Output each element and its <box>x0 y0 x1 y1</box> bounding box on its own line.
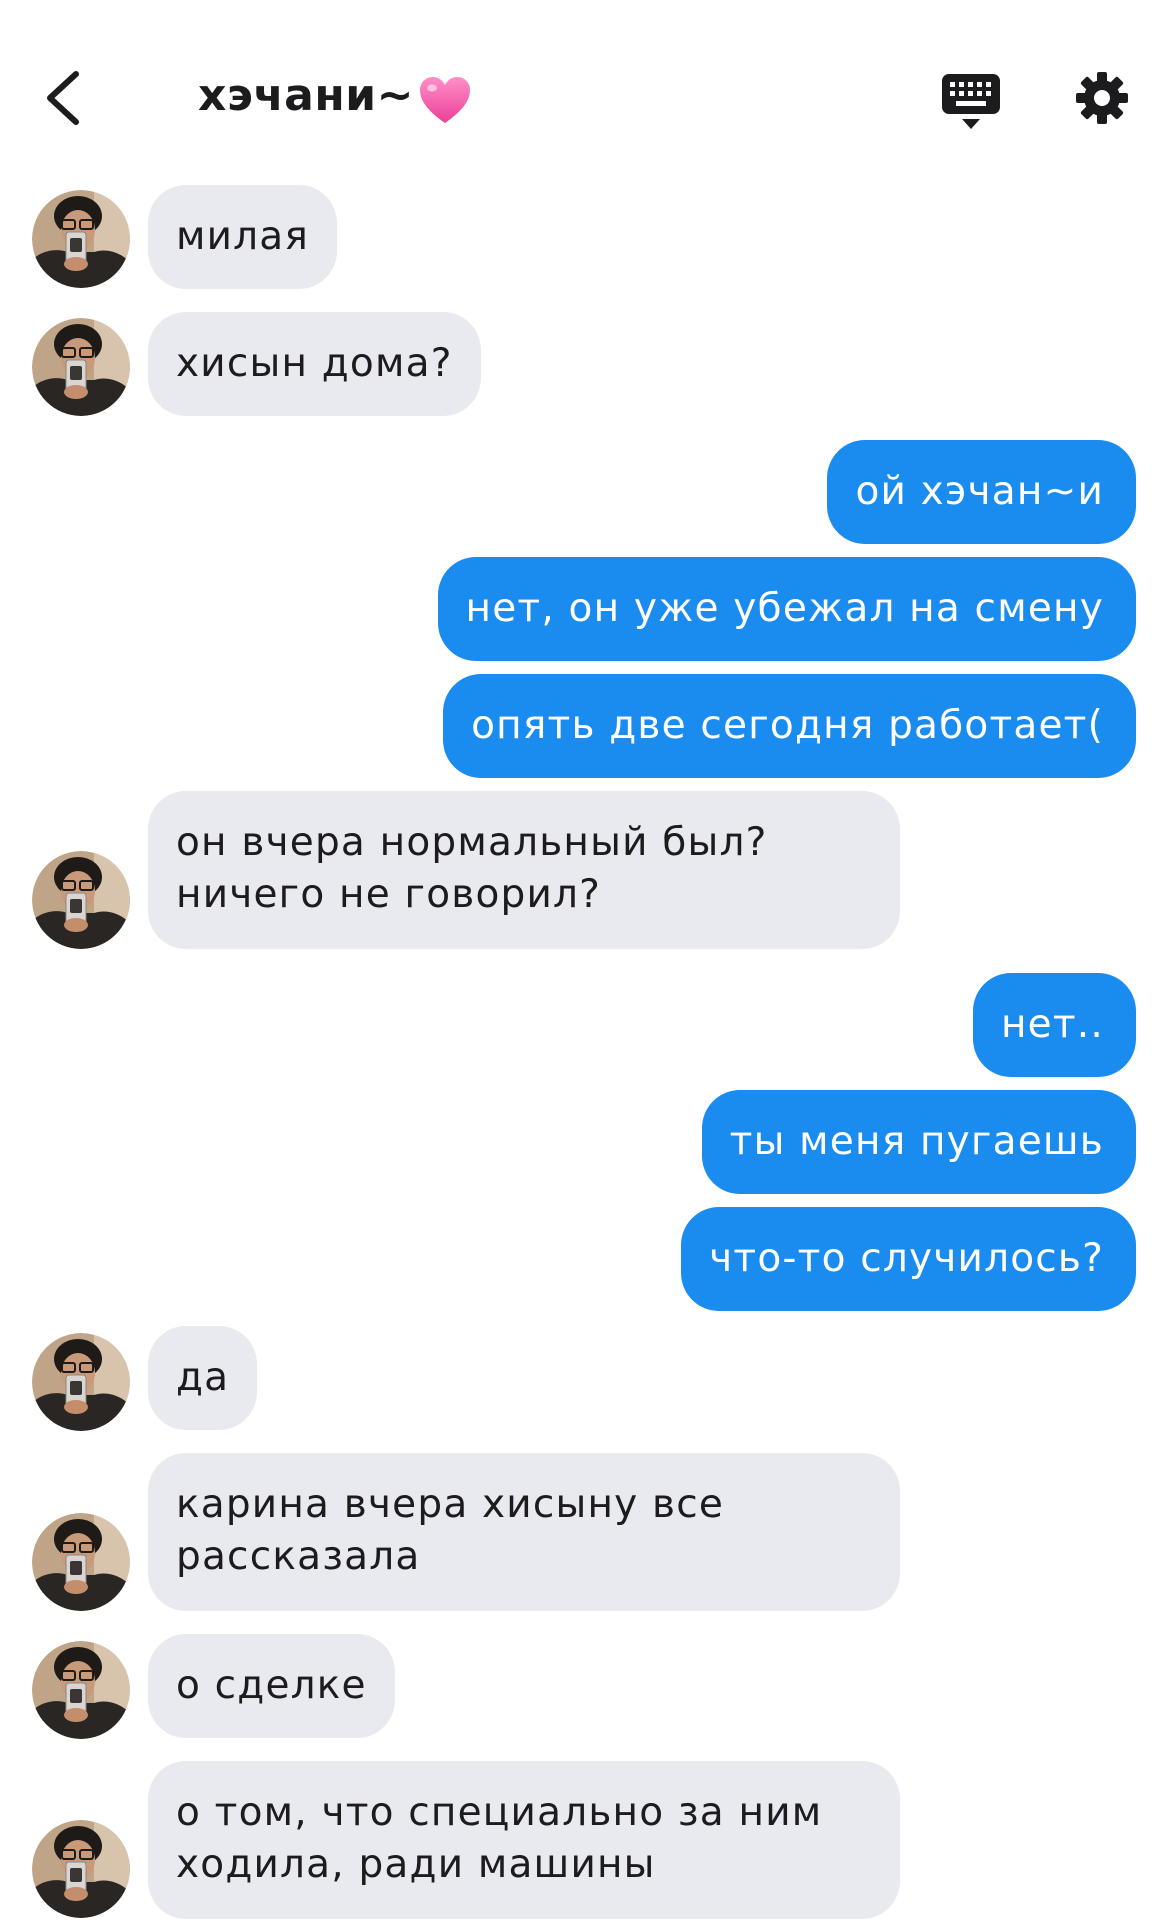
back-button[interactable] <box>40 68 90 128</box>
message-text: опять две сегодня работает( <box>471 703 1104 748</box>
outgoing-message[interactable]: опять две сегодня работает( <box>443 674 1136 778</box>
message-text: ты меня пугаешь <box>729 1119 1104 1164</box>
heart-emoji-icon <box>420 77 470 123</box>
message-text: ой хэчан~и <box>855 469 1104 514</box>
message-text-line: карина вчера хисыну все <box>176 1482 725 1527</box>
incoming-message[interactable]: карина вчера хисыну все рассказала <box>148 1453 900 1611</box>
back-chevron-icon <box>47 71 79 125</box>
keyboard-icon <box>942 74 1000 129</box>
message-text: нет.. <box>1000 1002 1104 1047</box>
outgoing-message[interactable]: ты меня пугаешь <box>701 1090 1136 1194</box>
incoming-message[interactable]: он вчера нормальный был? ничего не говор… <box>148 791 900 949</box>
outgoing-message[interactable]: нет.. <box>972 973 1136 1077</box>
outgoing-message[interactable]: что-то случилось? <box>681 1207 1136 1311</box>
incoming-message[interactable]: о сделке <box>148 1634 395 1738</box>
message-text: что-то случилось? <box>709 1236 1104 1281</box>
message-text-line: он вчера нормальный был? <box>176 820 768 865</box>
incoming-message[interactable]: хисын дома? <box>148 312 481 416</box>
incoming-message[interactable]: да <box>148 1326 258 1430</box>
message-text-line: ходила, ради машины <box>176 1842 656 1887</box>
contact-avatar[interactable] <box>32 318 130 416</box>
outgoing-message[interactable]: ой хэчан~и <box>827 440 1136 544</box>
message-text: нет, он уже убежал на смену <box>465 586 1104 631</box>
message-text-line: о том, что специально за ним <box>176 1790 823 1835</box>
message-text-line: рассказала <box>176 1534 421 1579</box>
chat-title[interactable]: хэчани~ <box>198 70 414 121</box>
message-text: милая <box>176 214 310 259</box>
contact-avatar[interactable] <box>32 1820 130 1918</box>
incoming-message[interactable]: о том, что специально за ним ходила, рад… <box>148 1761 900 1919</box>
outgoing-message[interactable]: нет, он уже убежал на смену <box>437 557 1136 661</box>
settings-button[interactable] <box>1074 70 1130 126</box>
keyboard-button[interactable] <box>940 72 1002 132</box>
message-text: хисын дома? <box>176 341 453 386</box>
chat-header: хэчани~ <box>0 0 1164 170</box>
contact-avatar[interactable] <box>32 1333 130 1431</box>
message-text: да <box>176 1355 230 1400</box>
incoming-message[interactable]: милая <box>148 185 338 289</box>
message-text-line: ничего не говорил? <box>176 872 602 917</box>
message-text: о сделке <box>176 1663 367 1708</box>
contact-avatar[interactable] <box>32 1513 130 1611</box>
contact-avatar[interactable] <box>32 190 130 288</box>
contact-avatar[interactable] <box>32 1641 130 1739</box>
contact-avatar[interactable] <box>32 851 130 949</box>
gear-icon <box>1076 72 1128 124</box>
